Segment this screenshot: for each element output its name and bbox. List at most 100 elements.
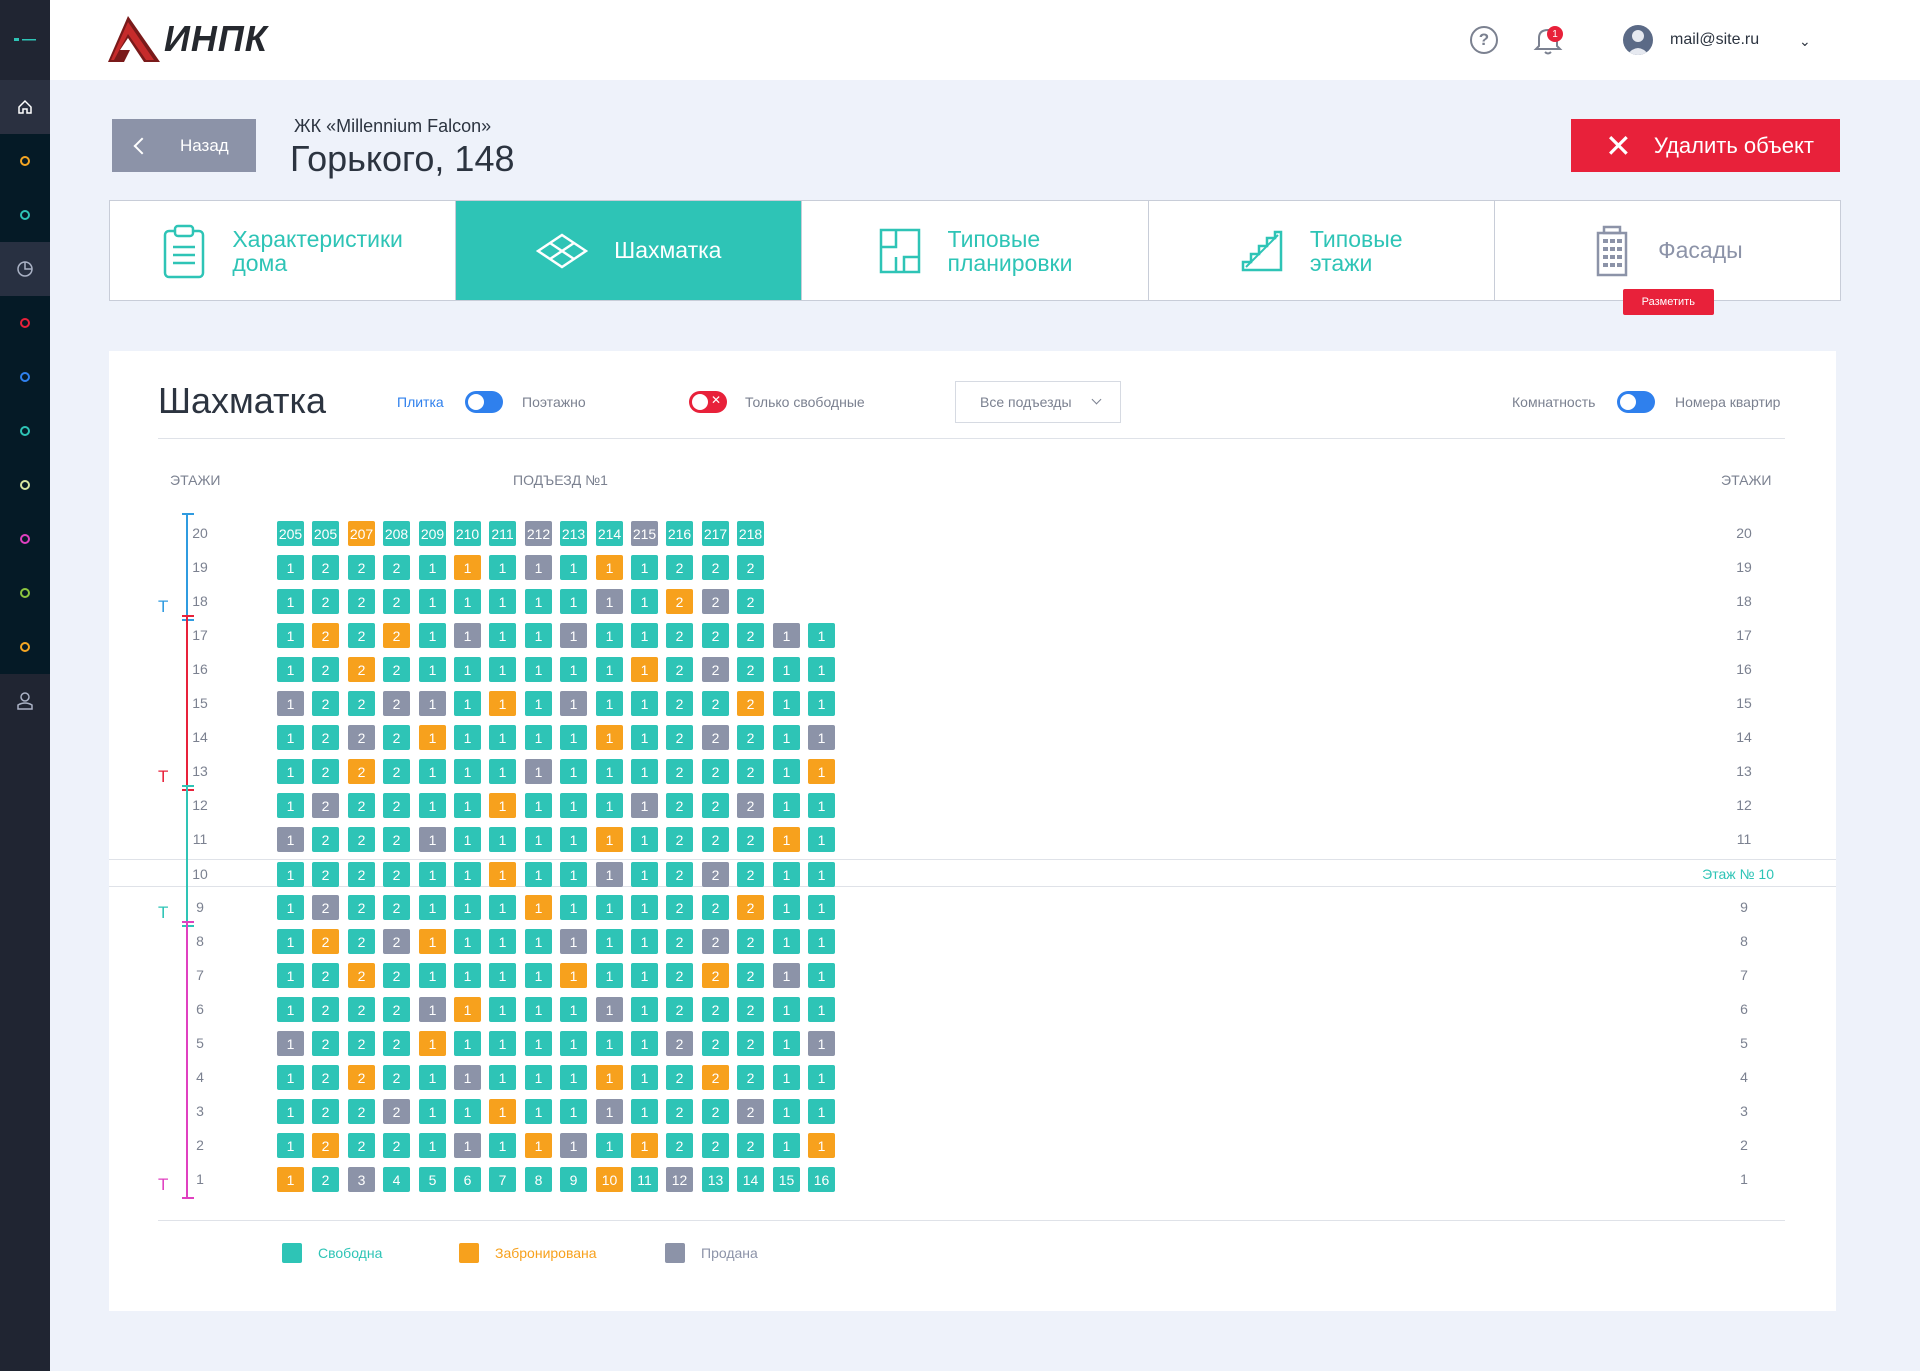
- apartment-cell[interactable]: 1: [419, 725, 446, 750]
- sidebar-item-9[interactable]: [0, 620, 50, 674]
- apartment-cell[interactable]: 9: [560, 1167, 587, 1192]
- apartment-cell[interactable]: 1: [454, 862, 481, 887]
- apartment-cell[interactable]: 2: [312, 1099, 339, 1124]
- apartment-cell[interactable]: 1: [489, 997, 516, 1022]
- apartment-cell[interactable]: 1: [277, 555, 304, 580]
- apartment-cell[interactable]: 1: [489, 793, 516, 818]
- apartment-cell[interactable]: 6: [454, 1167, 481, 1192]
- sidebar-item-2[interactable]: [0, 188, 50, 242]
- apartment-cell[interactable]: 1: [454, 895, 481, 920]
- tab-chessboard[interactable]: Шахматка: [456, 201, 803, 300]
- apartment-cell[interactable]: 2: [348, 793, 375, 818]
- apartment-cell[interactable]: 1: [454, 657, 481, 682]
- apartment-cell[interactable]: 207: [348, 521, 375, 546]
- apartment-cell[interactable]: 211: [489, 521, 516, 546]
- apartment-cell[interactable]: 1: [773, 963, 800, 988]
- apartment-cell[interactable]: 1: [773, 759, 800, 784]
- apartment-cell[interactable]: 16: [808, 1167, 835, 1192]
- apartment-cell[interactable]: 2: [312, 657, 339, 682]
- apartment-cell[interactable]: 1: [489, 1099, 516, 1124]
- apartment-cell[interactable]: 1: [808, 623, 835, 648]
- sidebar-item-6[interactable]: [0, 458, 50, 512]
- apartment-cell[interactable]: 1: [773, 929, 800, 954]
- apartment-cell[interactable]: 1: [277, 1099, 304, 1124]
- apartment-cell[interactable]: 2: [666, 759, 693, 784]
- apartment-cell[interactable]: 212: [525, 521, 552, 546]
- apartment-cell[interactable]: 2: [737, 827, 764, 852]
- apartment-cell[interactable]: 10: [596, 1167, 623, 1192]
- apartment-cell[interactable]: 1: [454, 929, 481, 954]
- apartment-cell[interactable]: 1: [808, 793, 835, 818]
- apartment-cell[interactable]: 1: [596, 725, 623, 750]
- apartment-cell[interactable]: 8: [525, 1167, 552, 1192]
- apartment-cell[interactable]: 1: [419, 555, 446, 580]
- floor-type-mark[interactable]: Т: [158, 597, 168, 617]
- apartment-cell[interactable]: 1: [631, 862, 658, 887]
- apartment-cell[interactable]: 2: [737, 1133, 764, 1158]
- apartment-cell[interactable]: 1: [631, 793, 658, 818]
- apartment-cell[interactable]: 1: [419, 895, 446, 920]
- apartment-cell[interactable]: 2: [312, 555, 339, 580]
- apartment-cell[interactable]: 2: [666, 1065, 693, 1090]
- apartment-cell[interactable]: 1: [454, 725, 481, 750]
- apartment-cell[interactable]: 2: [702, 1099, 729, 1124]
- apartment-cell[interactable]: 15: [773, 1167, 800, 1192]
- apartment-cell[interactable]: 216: [666, 521, 693, 546]
- apartment-cell[interactable]: 2: [383, 963, 410, 988]
- apartment-cell[interactable]: 1: [277, 1167, 304, 1192]
- apartment-cell[interactable]: 1: [277, 589, 304, 614]
- apartment-cell[interactable]: 2: [666, 862, 693, 887]
- apartment-cell[interactable]: 2: [348, 725, 375, 750]
- apartment-cell[interactable]: 1: [808, 691, 835, 716]
- apartment-cell[interactable]: 2: [666, 623, 693, 648]
- apartment-cell[interactable]: 205: [312, 521, 339, 546]
- floor-type-mark[interactable]: Т: [158, 903, 168, 923]
- apartment-cell[interactable]: 2: [383, 929, 410, 954]
- apartment-cell[interactable]: 1: [631, 895, 658, 920]
- apartment-cell[interactable]: 2: [737, 759, 764, 784]
- home-icon[interactable]: [0, 80, 50, 134]
- apartment-cell[interactable]: 1: [525, 657, 552, 682]
- tab-house-characteristics[interactable]: Характеристики дома: [110, 201, 457, 300]
- apartment-cell[interactable]: 1: [560, 759, 587, 784]
- apartment-cell[interactable]: 1: [773, 1031, 800, 1056]
- apartment-cell[interactable]: 2: [383, 895, 410, 920]
- apartment-cell[interactable]: 1: [773, 895, 800, 920]
- apartment-cell[interactable]: 2: [702, 725, 729, 750]
- apartment-cell[interactable]: 1: [773, 623, 800, 648]
- apartment-cell[interactable]: 1: [560, 555, 587, 580]
- apartment-cell[interactable]: 1: [808, 895, 835, 920]
- apartment-cell[interactable]: 2: [312, 1167, 339, 1192]
- apartment-cell[interactable]: 1: [454, 1065, 481, 1090]
- apartment-cell[interactable]: 2: [348, 555, 375, 580]
- apartment-cell[interactable]: 2: [737, 589, 764, 614]
- apartment-cell[interactable]: 1: [419, 1065, 446, 1090]
- apartment-cell[interactable]: 1: [631, 963, 658, 988]
- apartment-cell[interactable]: 1: [808, 862, 835, 887]
- apartment-cell[interactable]: 1: [489, 555, 516, 580]
- apartment-cell[interactable]: 2: [666, 691, 693, 716]
- apartment-cell[interactable]: 1: [277, 657, 304, 682]
- apartment-cell[interactable]: 1: [631, 623, 658, 648]
- apartment-cell[interactable]: 1: [773, 1133, 800, 1158]
- tab-facades[interactable]: Фасады Разметить: [1495, 201, 1840, 315]
- apartment-cell[interactable]: 1: [596, 589, 623, 614]
- apartment-cell[interactable]: 1: [525, 793, 552, 818]
- apartment-cell[interactable]: 1: [773, 691, 800, 716]
- apartment-cell[interactable]: 1: [277, 691, 304, 716]
- apartment-cell[interactable]: 2: [312, 827, 339, 852]
- apartment-cell[interactable]: 1: [773, 827, 800, 852]
- apartment-cell[interactable]: 1: [631, 929, 658, 954]
- view-toggle[interactable]: [465, 391, 503, 413]
- sidebar-item-3[interactable]: [0, 296, 50, 350]
- apartment-cell[interactable]: 1: [773, 1065, 800, 1090]
- apartment-cell[interactable]: 2: [666, 997, 693, 1022]
- apartment-cell[interactable]: 217: [702, 521, 729, 546]
- apartment-cell[interactable]: 1: [808, 929, 835, 954]
- apartment-cell[interactable]: 1: [808, 997, 835, 1022]
- floor-view-label[interactable]: Поэтажно: [522, 394, 586, 410]
- logo[interactable]: ИНПК: [108, 16, 268, 62]
- apartment-cell[interactable]: 2: [383, 657, 410, 682]
- apartment-cell[interactable]: 1: [419, 793, 446, 818]
- apartment-cell[interactable]: 1: [489, 759, 516, 784]
